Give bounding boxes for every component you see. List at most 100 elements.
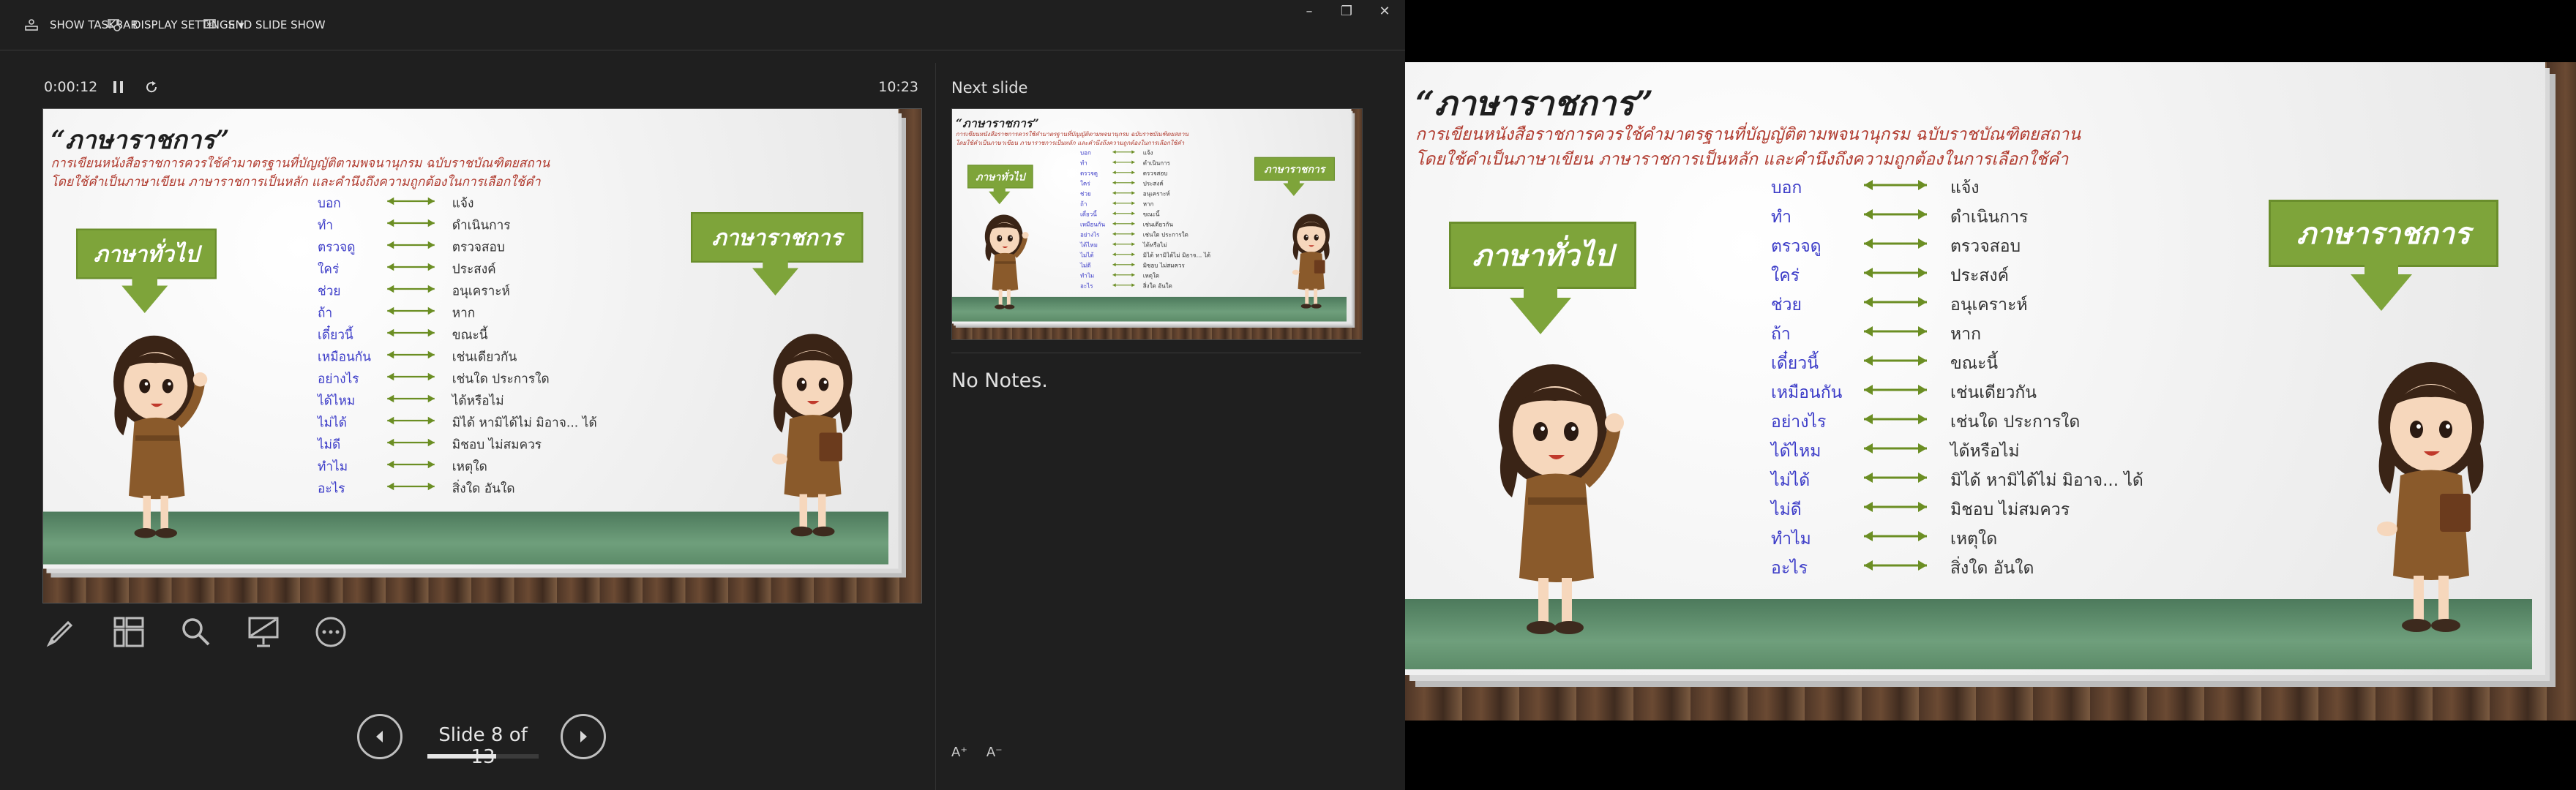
slide-subtitle-line1: การเขียนหนังสือราชการควรใช้คำมาตรฐานที่บ… (955, 131, 1189, 138)
official-word: ได้หรือไม่ (452, 394, 504, 408)
general-box-arrow-stem (132, 276, 157, 287)
general-word: เดี๋ยวนี้ (318, 328, 353, 342)
general-box-arrow (121, 285, 168, 313)
general-word: ช่วย (1080, 190, 1091, 198)
more-options-button[interactable] (312, 613, 350, 651)
restart-timer-icon[interactable] (143, 79, 160, 95)
general-word: ไม่ดี (1080, 262, 1091, 269)
double-arrow-icon (1112, 263, 1135, 267)
official-word: มิชอบ ไม่สมควร (1950, 500, 2070, 519)
general-word: ทำ (318, 218, 334, 233)
minimize-button[interactable]: – (1293, 0, 1325, 22)
official-word: ประสงค์ (1950, 266, 2009, 285)
double-arrow-icon (387, 241, 435, 249)
general-word: ทำ (1771, 208, 1792, 227)
next-slide: “ภาษาราชการ” การเขียนหนังสือราชการควรใช้… (952, 109, 1362, 339)
current-slide: “ภาษาราชการ” การเขียนหนังสือราชการควรใช้… (43, 109, 921, 603)
word-row: ถ้า หาก (1080, 199, 1234, 209)
word-row: ช่วย อนุเคราะห์ (1080, 189, 1234, 199)
word-row: ช่วย อนุเคราะห์ (1771, 289, 2210, 318)
double-arrow-icon (1864, 502, 1927, 512)
zoom-button[interactable] (177, 613, 215, 651)
general-language-box: ภาษาทั่วไป (967, 165, 1033, 189)
close-button[interactable]: ✕ (1368, 0, 1401, 22)
official-language-box: ภาษาราชการ (2269, 200, 2498, 267)
teacher-character-left (1499, 364, 1624, 634)
double-arrow-icon (1112, 201, 1135, 206)
official-word: ประสงค์ (1142, 180, 1164, 187)
general-word: ทำไม (1080, 272, 1095, 279)
next-slide-label: Next slide (951, 79, 1028, 97)
teacher-character-left (113, 335, 208, 538)
word-row: บอก แจ้ง (1771, 172, 2210, 201)
double-arrow-icon (1864, 473, 1927, 483)
official-word: หาก (452, 306, 476, 320)
pane-divider[interactable] (935, 63, 936, 790)
double-arrow-icon (387, 219, 435, 227)
official-box-arrow-stem (763, 260, 788, 269)
official-word: สิ่งใด อันใด (452, 481, 515, 496)
word-row: อะไร สิ่งใด อันใด (1771, 552, 2210, 582)
next-slide-button[interactable] (561, 714, 606, 759)
teacher-character-left (984, 214, 1029, 309)
official-word: ดำเนินการ (1950, 208, 2029, 227)
slide-progress-fill (427, 754, 496, 759)
end-slide-show-button[interactable]: END SLIDE SHOW (202, 0, 326, 50)
word-row: ได้ไหม ได้หรือไม่ (318, 389, 647, 411)
next-slide-preview[interactable]: “ภาษาราชการ” การเขียนหนังสือราชการควรใช้… (951, 108, 1363, 340)
official-word: สิ่งใด อันใด (1950, 559, 2034, 578)
restore-button[interactable]: ❐ (1330, 0, 1363, 22)
official-word: ดำเนินการ (452, 218, 511, 233)
official-box-arrow (1283, 183, 1305, 196)
word-row: ทำ ดำเนินการ (1771, 201, 2210, 230)
black-screen-button[interactable] (244, 613, 282, 651)
double-arrow-icon (1864, 531, 1927, 541)
double-arrow-icon (1864, 385, 1927, 395)
double-arrow-icon (1864, 209, 1927, 219)
general-box-arrow (1510, 298, 1571, 334)
official-language-box: ภาษาราชการ (691, 212, 864, 263)
double-arrow-icon (1864, 560, 1927, 571)
double-arrow-icon (1864, 356, 1927, 366)
double-arrow-icon (1112, 150, 1135, 154)
word-row: เดี๋ยวนี้ ขณะนี้ (1080, 209, 1234, 219)
general-word: ตรวจดู (318, 240, 356, 255)
slide-counter[interactable]: Slide 8 of 13 (427, 724, 539, 768)
double-arrow-icon (1864, 238, 1927, 249)
official-language-label: ภาษาราชการ (2296, 217, 2471, 251)
fullscreen-slide-area[interactable]: “ภาษาราชการ” การเขียนหนังสือราชการควรใช้… (1405, 62, 2576, 721)
decrease-font-icon[interactable]: A⁻ (986, 745, 1003, 760)
official-word: ขณะนี้ (452, 328, 488, 342)
double-arrow-icon (1112, 160, 1135, 165)
increase-font-icon[interactable]: A⁺ (951, 745, 967, 760)
current-slide-preview[interactable]: “ภาษาราชการ” การเขียนหนังสือราชการควรใช้… (42, 108, 922, 603)
pause-icon[interactable] (111, 79, 126, 95)
official-word: เช่นใด ประการใด (1950, 413, 2081, 432)
see-all-slides-button[interactable] (110, 613, 148, 651)
word-row: บอก แจ้ง (318, 192, 647, 214)
taskbar-icon (25, 19, 38, 31)
general-word: ทำไม (1771, 530, 1811, 549)
official-word: เช่นใด ประการใด (452, 372, 550, 386)
teacher-character-right (2377, 362, 2484, 632)
double-arrow-icon (1112, 222, 1135, 226)
official-word: แจ้ง (452, 196, 474, 211)
word-row: เหมือนกัน เช่นเดียวกัน (318, 345, 647, 367)
official-word: เหตุใด (1142, 272, 1160, 279)
clock: 10:23 (878, 79, 918, 95)
word-row: ถ้า หาก (318, 301, 647, 323)
double-arrow-icon (387, 394, 435, 403)
double-arrow-icon (387, 350, 435, 359)
double-arrow-icon (387, 263, 435, 271)
pen-tool-button[interactable] (42, 613, 80, 651)
previous-slide-button[interactable] (357, 714, 402, 759)
word-row: ไม่ดี มิชอบ ไม่สมควร (318, 433, 647, 455)
general-word: เหมือนกัน (1771, 383, 1843, 402)
official-word: มิชอบ ไม่สมควร (452, 437, 542, 452)
official-word: มิชอบ ไม่สมควร (1142, 262, 1185, 269)
double-arrow-icon (1112, 242, 1135, 247)
official-word: ตรวจสอบ (1950, 237, 2021, 256)
slide-navigation: Slide 8 of 13 (357, 714, 606, 768)
word-row: เดี๋ยวนี้ ขณะนี้ (1771, 347, 2210, 377)
word-row: อย่างไร เช่นใด ประการใด (318, 367, 647, 389)
